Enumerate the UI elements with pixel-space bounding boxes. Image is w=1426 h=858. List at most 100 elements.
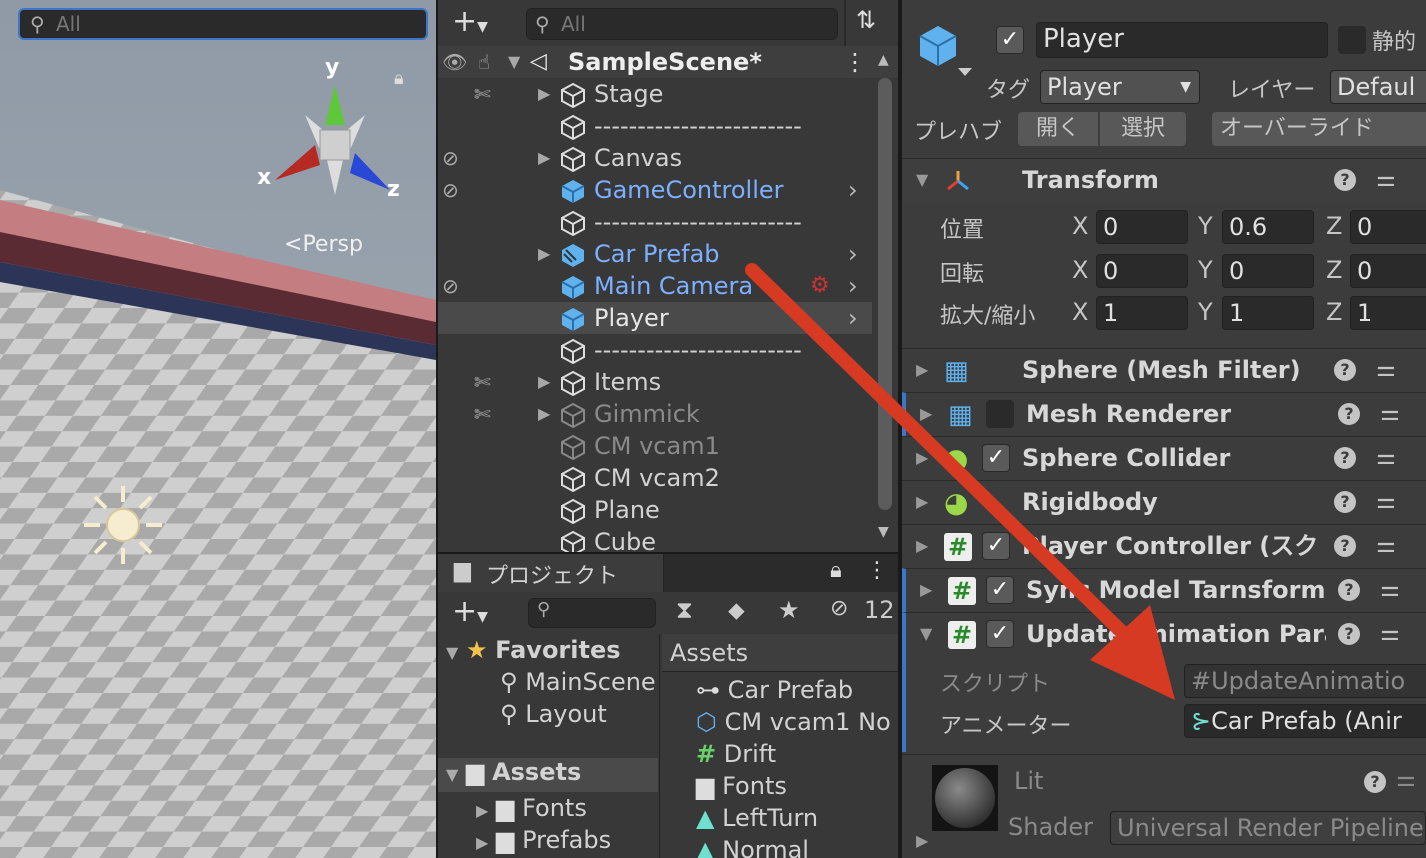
component-rigidbody[interactable]: ▶ ◕ Rigidbody ? ⚌ [902, 480, 1426, 524]
assets-root-item[interactable]: ▼ ▆ Assets [438, 758, 658, 792]
animator-field[interactable]: ⊱Car Prefab (Anir [1184, 704, 1426, 738]
expand-arrow-icon[interactable]: ▶ [920, 569, 932, 611]
filter-type-icon[interactable]: ⧗ [676, 596, 693, 624]
scale-y-field[interactable]: 1 [1222, 296, 1314, 330]
pick-disabled-icon[interactable]: ✄ [474, 398, 491, 430]
hidden-eye-icon[interactable]: ⊘ [442, 174, 459, 206]
more-icon[interactable]: ⋮ [843, 46, 867, 78]
hierarchy-item[interactable]: CM vcam1 [438, 430, 898, 462]
hierarchy-item[interactable]: ✄ ▶ Items [438, 366, 898, 398]
collapse-arrow-icon[interactable]: ▼ [920, 613, 932, 655]
component-enabled-checkbox[interactable] [986, 400, 1014, 428]
expand-arrow-icon[interactable]: ▶ [476, 801, 488, 820]
chevron-right-icon[interactable]: › [848, 174, 858, 206]
star-icon[interactable]: ★ [778, 596, 800, 624]
hidden-eye-icon[interactable]: ⊘ [442, 270, 459, 302]
hierarchy-item[interactable]: ------------------------ [438, 206, 898, 238]
expand-arrow-icon[interactable]: ▶ [916, 349, 928, 391]
help-icon[interactable]: ? [1334, 169, 1356, 191]
expand-arrow-icon[interactable]: ▶ [916, 831, 928, 850]
pick-icon[interactable]: ☝︎ [478, 46, 490, 78]
favorites-header[interactable]: ▼ ★ Favorites [446, 636, 621, 664]
eye-icon[interactable]: 👁︎ [442, 46, 467, 78]
lock-icon[interactable]: 🔒︎ [394, 68, 404, 89]
component-mesh-filter[interactable]: ▶ ▦ Sphere (Mesh Filter) ? ⚌ [902, 348, 1426, 392]
component-mesh-renderer[interactable]: ▶ ▦ Mesh Renderer ? ⚌ [902, 392, 1426, 436]
scroll-up-icon[interactable]: ▲ [878, 52, 889, 68]
hierarchy-item-selected[interactable]: Player › [438, 302, 872, 334]
hierarchy-item[interactable]: ⊘ Main Camera ⚙︎ › [438, 270, 898, 302]
help-icon[interactable]: ? [1338, 403, 1360, 425]
scene-row[interactable]: 👁︎ ☝︎ ▼ ◁ SampleScene* ⋮ [438, 46, 898, 78]
active-checkbox[interactable]: ✓ [996, 26, 1024, 54]
expand-arrow-icon[interactable]: ▶ [538, 142, 550, 174]
hierarchy-item[interactable]: Cube [438, 526, 898, 552]
component-update-animation-param[interactable]: ▼ # ✓ Update Animation Para ? ⚌ [902, 612, 1426, 656]
pick-disabled-icon[interactable]: ✄ [474, 78, 491, 110]
transform-header[interactable]: ▼ Transform ? ⚌ [902, 158, 1426, 202]
expand-arrow-icon[interactable]: ▼ [446, 765, 458, 784]
layer-dropdown[interactable]: Defaul [1330, 70, 1426, 104]
component-enabled-checkbox[interactable]: ✓ [986, 620, 1014, 648]
static-checkbox[interactable] [1338, 26, 1366, 54]
folder-item[interactable]: ▶ ▆ Prefabs [476, 826, 611, 854]
settings-sliders-icon[interactable]: ⚌ [1380, 613, 1400, 655]
settings-sliders-icon[interactable]: ⚌ [1376, 525, 1396, 567]
chevron-right-icon[interactable]: › [848, 270, 858, 302]
expand-arrow-icon[interactable]: ▶ [476, 833, 488, 852]
hierarchy-item[interactable]: ------------------------ [438, 110, 898, 142]
settings-sliders-icon[interactable]: ⚌ [1380, 393, 1400, 435]
scroll-down-icon[interactable]: ▼ [878, 524, 889, 540]
expand-arrow-icon[interactable]: ▶ [538, 238, 550, 270]
scale-z-field[interactable]: 1 [1350, 296, 1426, 330]
hierarchy-search-input[interactable]: ⚲ All [526, 8, 838, 40]
tag-icon[interactable]: ⬥ [728, 596, 745, 624]
hierarchy-scrollbar[interactable]: ▲ ▼ [876, 52, 894, 542]
expand-arrow-icon[interactable]: ▶ [538, 398, 550, 430]
settings-sliders-icon[interactable]: ⚌ [1380, 569, 1400, 611]
light-icon[interactable] [82, 484, 164, 566]
expand-arrow-icon[interactable]: ▼ [446, 643, 458, 662]
settings-sliders-icon[interactable]: ⚌ [1376, 349, 1396, 391]
help-icon[interactable]: ? [1334, 359, 1356, 381]
help-icon[interactable]: ? [1364, 771, 1386, 793]
favorite-item[interactable]: ⚲ Layout [500, 700, 607, 728]
component-sync-model-transform[interactable]: ▶ # ✓ Sync Model Tarnsform ? ⚌ [902, 568, 1426, 612]
expand-arrow-icon[interactable]: ▶ [916, 437, 928, 479]
hierarchy-item[interactable]: CM vcam2 [438, 462, 898, 494]
asset-item[interactable]: ▆ Fonts [696, 772, 787, 800]
hierarchy-item[interactable]: ✄ ▶ Stage [438, 78, 898, 110]
position-z-field[interactable]: 0 [1350, 210, 1426, 244]
hierarchy-item[interactable]: ✄ ▶ Gimmick [438, 398, 898, 430]
rotation-x-field[interactable]: 0 [1096, 254, 1188, 288]
rotation-z-field[interactable]: 0 [1350, 254, 1426, 288]
settings-sliders-icon[interactable]: ⚌ [1376, 437, 1396, 479]
collapse-arrow-icon[interactable]: ▼ [916, 159, 928, 201]
overrides-dropdown[interactable]: オーバーライド [1212, 112, 1426, 146]
position-x-field[interactable]: 0 [1096, 210, 1188, 244]
scale-x-field[interactable]: 1 [1096, 296, 1188, 330]
scrollbar-thumb[interactable] [878, 78, 892, 510]
expand-arrow-icon[interactable]: ▶ [538, 366, 550, 398]
tag-dropdown[interactable]: Player ▼ [1040, 70, 1200, 104]
expand-arrow-icon[interactable]: ▶ [916, 481, 928, 523]
expand-arrow-icon[interactable]: ▶ [916, 525, 928, 567]
component-player-controller[interactable]: ▶ # ✓ Player Controller (スクリ ? ⚌ [902, 524, 1426, 568]
shader-dropdown[interactable]: Universal Render Pipeline [1110, 811, 1426, 845]
hierarchy-item[interactable]: ▶ Car Prefab › [438, 238, 898, 270]
pick-disabled-icon[interactable]: ✄ [474, 366, 491, 398]
chevron-right-icon[interactable]: › [848, 238, 858, 270]
folder-item[interactable]: ▶ ▆ Fonts [476, 794, 587, 822]
hidden-eye-icon[interactable]: ⊘ [830, 596, 848, 621]
component-sphere-collider[interactable]: ▶ ● ✓ Sphere Collider ? ⚌ [902, 436, 1426, 480]
settings-sliders-icon[interactable]: ⚌ [1396, 767, 1416, 792]
scene-search-input[interactable]: ⚲ All [18, 8, 428, 40]
rotation-y-field[interactable]: 0 [1222, 254, 1314, 288]
hierarchy-item[interactable]: Plane [438, 494, 898, 526]
help-icon[interactable]: ? [1334, 447, 1356, 469]
add-button[interactable]: +▼ [452, 594, 488, 629]
help-icon[interactable]: ? [1338, 579, 1360, 601]
hierarchy-item[interactable]: ⊘ GameController › [438, 174, 898, 206]
help-icon[interactable]: ? [1334, 491, 1356, 513]
add-button[interactable]: +▼ [452, 4, 488, 39]
